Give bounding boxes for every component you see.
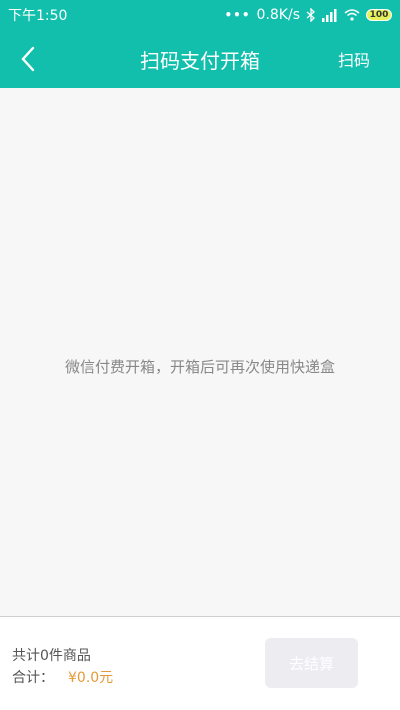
status-indicators: ••• 0.8K/s 100 <box>225 7 392 23</box>
scan-button[interactable]: 扫码 <box>338 30 370 88</box>
empty-message: 微信付费开箱，开箱后可再次使用快递盒 <box>64 358 335 376</box>
total-amount: ¥0.0元 <box>68 670 114 686</box>
chevron-left-icon <box>21 46 35 72</box>
status-time: 下午1:50 <box>8 8 68 24</box>
total-label: 合计： <box>12 670 54 686</box>
item-count: 共计0件商品 <box>12 648 91 664</box>
nav-bar: 扫码支付开箱 扫码 <box>0 30 400 88</box>
signal-icon <box>322 8 337 22</box>
notification-dots: ••• <box>224 8 251 22</box>
total-row: 合计： ¥0.0元 <box>12 667 113 687</box>
checkout-footer: 共计0件商品 合计： ¥0.0元 去结算 <box>0 617 400 710</box>
wifi-icon <box>344 9 360 21</box>
status-bar: 下午1:50 ••• 0.8K/s 100 <box>0 0 400 30</box>
main-content: 微信付费开箱，开箱后可再次使用快递盒 <box>0 88 400 616</box>
checkout-button[interactable]: 去结算 <box>265 638 358 688</box>
battery-icon: 100 <box>366 9 392 21</box>
bluetooth-icon <box>306 8 315 22</box>
network-speed: 0.8K/s <box>256 7 300 23</box>
back-button[interactable] <box>10 41 46 77</box>
